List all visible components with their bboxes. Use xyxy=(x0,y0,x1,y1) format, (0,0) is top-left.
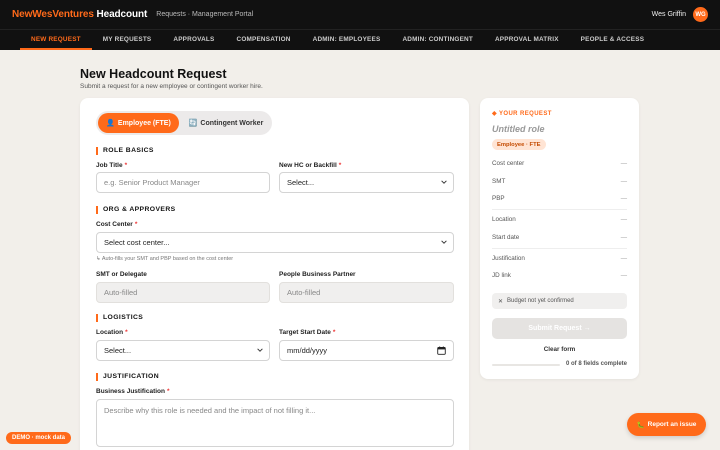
summary-divider xyxy=(492,209,627,210)
page-title: New Headcount Request xyxy=(80,67,227,81)
cost-center-select[interactable]: Select cost center... xyxy=(96,232,454,253)
worker-type-toggle: 👤 Employee (FTE) 🔄 Contingent Worker xyxy=(96,111,272,135)
summary-divider xyxy=(492,248,627,249)
start-date-input[interactable]: mm/dd/yyyy xyxy=(279,340,454,361)
avatar[interactable]: WG xyxy=(693,7,708,22)
cost-center-value: Select cost center... xyxy=(104,238,170,247)
cost-center-hint: ↳ Auto-fills your SMT and PBP based on t… xyxy=(96,256,234,262)
hc-type-value: Select... xyxy=(287,178,315,187)
section-justification: JUSTIFICATION xyxy=(96,373,159,381)
cost-center-label: Cost Center * xyxy=(96,221,138,228)
bug-icon: 🐛 xyxy=(636,421,645,429)
tab-new-request[interactable]: NEW REQUEST xyxy=(20,30,92,50)
summary-row-jd-link: JD link — xyxy=(492,272,627,279)
top-bar: NewWesVentures Headcount Requests · Mana… xyxy=(0,0,720,29)
tab-compensation[interactable]: COMPENSATION xyxy=(226,30,302,50)
summary-row-justification: Justification — xyxy=(492,255,627,262)
summary-row-cost-center: Cost center — xyxy=(492,160,627,167)
calendar-icon[interactable] xyxy=(437,346,446,355)
user-name: Wes Griffin xyxy=(651,11,686,18)
smt-field: Auto-filled xyxy=(96,282,270,303)
contingent-worker-option[interactable]: 🔄 Contingent Worker xyxy=(184,113,268,133)
completion-progress-bar xyxy=(492,364,560,366)
section-org-approvers: ORG & APPROVERS xyxy=(96,206,176,214)
start-date-value: mm/dd/yyyy xyxy=(287,346,328,355)
summary-header: ◆ YOUR REQUEST xyxy=(492,111,552,117)
hc-type-select[interactable]: Select... xyxy=(279,172,454,193)
report-issue-label: Report an issue xyxy=(647,421,697,428)
budget-status-text: Budget not yet confirmed xyxy=(507,298,574,304)
chevron-down-icon xyxy=(441,180,447,184)
job-title-label: Job Title * xyxy=(96,162,128,169)
report-issue-button[interactable]: 🐛 Report an issue xyxy=(627,413,706,436)
section-logistics: LOGISTICS xyxy=(96,314,143,322)
summary-row-smt: SMT — xyxy=(492,178,627,185)
brand-name: NewWesVentures xyxy=(12,9,94,20)
budget-status: ✕ Budget not yet confirmed xyxy=(492,293,627,309)
completion-progress-text: 0 of 8 fields complete xyxy=(566,361,628,367)
refresh-icon: 🔄 xyxy=(188,120,198,127)
person-icon: 👤 xyxy=(106,120,115,127)
business-justification-label: Business Justification * xyxy=(96,388,170,395)
clear-form-button[interactable]: Clear form xyxy=(492,346,627,353)
tab-admin-employees[interactable]: ADMIN: EMPLOYEES xyxy=(302,30,392,50)
chevron-down-icon xyxy=(441,240,447,244)
summary-role-title: Untitled role xyxy=(492,124,545,134)
location-label: Location * xyxy=(96,329,128,336)
request-summary-card: ◆ YOUR REQUEST Untitled role Employee · … xyxy=(480,98,639,379)
diamond-icon: ◆ xyxy=(492,111,499,117)
tab-people-access[interactable]: PEOPLE & ACCESS xyxy=(570,30,656,50)
submit-request-button[interactable]: Submit Request → xyxy=(492,318,627,339)
request-form-card: 👤 Employee (FTE) 🔄 Contingent Worker ROL… xyxy=(80,98,469,450)
tab-my-requests[interactable]: MY REQUESTS xyxy=(92,30,163,50)
employee-fte-label: Employee (FTE) xyxy=(117,119,171,127)
tab-approval-matrix[interactable]: APPROVAL MATRIX xyxy=(484,30,570,50)
business-justification-textarea[interactable]: Describe why this role is needed and the… xyxy=(96,399,454,447)
pbp-label: People Business Partner xyxy=(279,271,356,278)
summary-row-location: Location — xyxy=(492,216,627,223)
brand-product: Headcount xyxy=(96,9,148,20)
chevron-down-icon xyxy=(257,348,263,352)
hc-type-label: New HC or Backfill * xyxy=(279,162,342,169)
app-brand[interactable]: NewWesVentures Headcount xyxy=(12,9,147,20)
page-subtitle: Submit a request for a new employee or c… xyxy=(80,83,263,90)
portal-subtitle: Requests · Management Portal xyxy=(156,11,254,18)
summary-row-start-date: Start date — xyxy=(492,234,627,241)
close-icon: ✕ xyxy=(498,298,504,305)
pbp-field: Auto-filled xyxy=(279,282,454,303)
worker-type-chip: Employee · FTE xyxy=(492,139,546,150)
tab-admin-contingent[interactable]: ADMIN: CONTINGENT xyxy=(391,30,484,50)
contingent-worker-label: Contingent Worker xyxy=(200,119,264,127)
section-role-basics: ROLE BASICS xyxy=(96,147,154,155)
demo-badge: DEMO · mock data xyxy=(6,432,72,444)
summary-row-pbp: PBP — xyxy=(492,195,627,202)
smt-label: SMT or Delegate xyxy=(96,271,147,278)
main-nav: NEW REQUEST MY REQUESTS APPROVALS COMPEN… xyxy=(0,29,720,50)
job-title-input[interactable]: e.g. Senior Product Manager xyxy=(96,172,270,193)
start-date-label: Target Start Date * xyxy=(279,329,336,336)
location-select[interactable]: Select... xyxy=(96,340,270,361)
location-value: Select... xyxy=(104,346,132,355)
employee-fte-option[interactable]: 👤 Employee (FTE) xyxy=(98,113,179,133)
tab-approvals[interactable]: APPROVALS xyxy=(162,30,225,50)
